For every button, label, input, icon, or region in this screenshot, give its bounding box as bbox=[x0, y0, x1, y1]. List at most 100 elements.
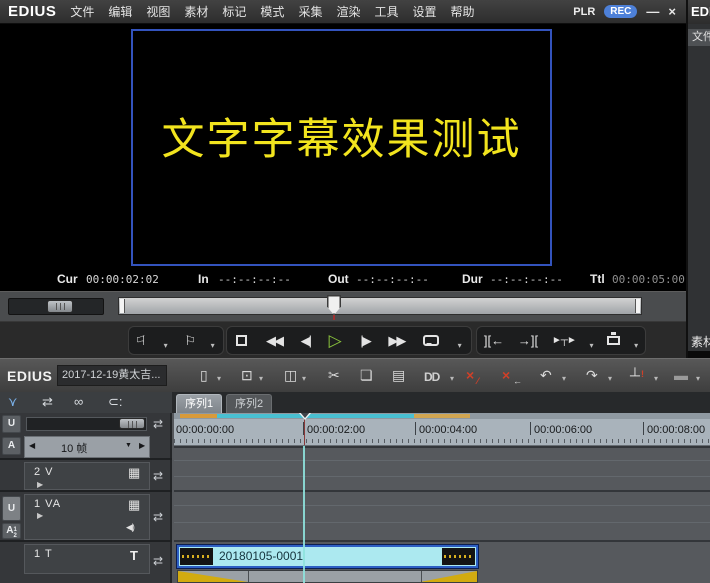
speaker-icon[interactable]: ◀) bbox=[126, 522, 134, 533]
redo-icon[interactable]: ↷ bbox=[586, 367, 598, 383]
loop-playback-icon[interactable] bbox=[423, 335, 439, 346]
trim-dropdown-icon[interactable]: ▾ bbox=[696, 374, 700, 383]
save-dropdown-icon[interactable]: ▾ bbox=[302, 374, 306, 383]
scale-next-icon[interactable]: ▶ bbox=[139, 441, 145, 450]
dur-label: Dur bbox=[462, 272, 483, 286]
play-around-dropdown-icon[interactable]: ▾ bbox=[590, 341, 594, 350]
add-cut-point-bang-icon: ! bbox=[641, 366, 644, 382]
track-header-1t[interactable]: 1 T T ⇄ bbox=[0, 540, 172, 583]
timeline-ruler[interactable]: 00:00:00:00 00:00:02:00 00:00:04:00 00:0… bbox=[174, 419, 710, 446]
sync-mode-icon[interactable]: ⇄ bbox=[42, 394, 53, 410]
delete-in-out-x-icon[interactable]: × bbox=[502, 367, 510, 383]
menu-capture[interactable]: 采集 bbox=[298, 3, 322, 20]
stop-icon[interactable] bbox=[236, 335, 247, 346]
tab-sequence-2[interactable]: 序列2 bbox=[226, 394, 272, 413]
menu-help[interactable]: 帮助 bbox=[451, 3, 475, 20]
va-video-mute-button[interactable]: U bbox=[2, 496, 21, 521]
set-in-dropdown-icon[interactable]: ▾ bbox=[164, 341, 168, 350]
ruler-major-tick bbox=[643, 422, 644, 435]
menu-tools[interactable]: 工具 bbox=[374, 3, 398, 20]
trim-mode-icon[interactable]: ▬ bbox=[674, 367, 688, 383]
track-boundary bbox=[174, 446, 710, 448]
expand-track-icon[interactable]: ▶ bbox=[37, 480, 43, 489]
shuttle-slider[interactable] bbox=[8, 298, 104, 315]
plr-mode-button[interactable]: PLR bbox=[573, 6, 595, 18]
expand-track-icon[interactable]: ▶ bbox=[37, 511, 43, 520]
va-audio-channel-button[interactable]: A12 bbox=[2, 523, 21, 539]
sync-lock-1va-icon[interactable]: ⇄ bbox=[153, 510, 163, 524]
timeline-tracks[interactable]: 20180105-0001 bbox=[174, 446, 710, 583]
set-out-dropdown-icon[interactable]: ▾ bbox=[211, 341, 215, 350]
undo-icon[interactable]: ↶ bbox=[540, 367, 552, 383]
zoom-slider-handle[interactable] bbox=[119, 418, 145, 429]
open-project-icon[interactable]: ⊡ bbox=[241, 367, 253, 383]
open-dropdown-icon[interactable]: ▾ bbox=[259, 374, 263, 383]
rewind-icon[interactable]: ◀◀ bbox=[266, 334, 282, 347]
menu-settings[interactable]: 设置 bbox=[412, 3, 436, 20]
seek-bar[interactable] bbox=[118, 297, 642, 315]
new-sequence-icon[interactable]: ▯ bbox=[200, 367, 208, 383]
set-in-flag-icon[interactable]: ⚐ bbox=[137, 334, 147, 347]
playhead-marker[interactable] bbox=[291, 413, 319, 420]
menu-render[interactable]: 渲染 bbox=[336, 3, 360, 20]
cur-timecode: 00:00:02:02 bbox=[86, 273, 159, 286]
video-mute-button[interactable]: U bbox=[2, 415, 21, 433]
rec-mode-button[interactable]: REC bbox=[604, 5, 637, 18]
menu-mode[interactable]: 模式 bbox=[260, 3, 284, 20]
ripple-delete-x-icon[interactable]: × bbox=[466, 367, 474, 383]
audio-mute-button[interactable]: A bbox=[2, 437, 21, 455]
play-icon[interactable]: ▷ bbox=[329, 334, 342, 347]
snap-magnet-icon[interactable]: ⊂: bbox=[108, 394, 123, 410]
scale-dropdown-icon[interactable]: ▼ bbox=[125, 442, 132, 449]
cut-icon[interactable]: ✂ bbox=[328, 367, 340, 383]
timeline-zoom-slider[interactable] bbox=[26, 417, 147, 431]
next-frame-icon[interactable]: |▶ bbox=[360, 334, 369, 347]
paste-icon[interactable]: ▤ bbox=[392, 367, 405, 383]
undo-dropdown-icon[interactable]: ▾ bbox=[562, 374, 566, 383]
bin-window-menu-file[interactable]: 文件 bbox=[688, 29, 710, 46]
track-header-2v[interactable]: 2 V ▶ ▦ ⇄ bbox=[0, 458, 172, 490]
copy-icon[interactable]: ❏ bbox=[360, 367, 373, 383]
out-label: Out bbox=[328, 272, 349, 286]
track-patch-icon[interactable]: ⋎ bbox=[8, 394, 18, 410]
title-clip[interactable]: 20180105-0001 bbox=[177, 545, 478, 568]
save-project-icon[interactable]: ◫ bbox=[284, 367, 297, 383]
playhead-line[interactable] bbox=[303, 446, 305, 583]
menu-view[interactable]: 视图 bbox=[146, 3, 170, 20]
ripple-mode-icon[interactable]: ∞ bbox=[74, 394, 83, 409]
add-between-dropdown-icon[interactable]: ▾ bbox=[450, 374, 454, 383]
sync-lock-1t-icon[interactable]: ⇄ bbox=[153, 554, 163, 568]
shuttle-handle[interactable] bbox=[47, 300, 73, 313]
scale-prev-icon[interactable]: ◀ bbox=[29, 441, 35, 450]
track-header-1va[interactable]: U A12 1 VA ▶ ▦ ◀) ⇄ bbox=[0, 490, 172, 540]
goto-out-point-icon[interactable]: →][ bbox=[518, 334, 538, 347]
loop-dropdown-icon[interactable]: ▾ bbox=[458, 341, 462, 350]
tab-sequence-1[interactable]: 序列1 bbox=[176, 394, 222, 413]
cur-label: Cur bbox=[57, 272, 78, 286]
fast-forward-icon[interactable]: ▶▶ bbox=[388, 334, 404, 347]
menu-marker[interactable]: 标记 bbox=[222, 3, 246, 20]
redo-dropdown-icon[interactable]: ▾ bbox=[608, 374, 612, 383]
timeline-scale-selector[interactable]: ◀ 10 帧 ▼ ▶ bbox=[24, 436, 150, 458]
ripple-sync-icon[interactable]: ⇄ bbox=[153, 417, 163, 431]
add-between-icon[interactable]: DD bbox=[424, 369, 439, 385]
playback-button-group: ◀◀ ◀| ▷ |▶ ▶▶ ▾ bbox=[226, 326, 472, 355]
menu-file[interactable]: 文件 bbox=[70, 3, 94, 20]
previous-frame-icon[interactable]: ◀| bbox=[301, 334, 310, 347]
add-cut-dropdown-icon[interactable]: ▾ bbox=[654, 374, 658, 383]
menu-edit[interactable]: 编辑 bbox=[108, 3, 132, 20]
render-segment-orange-2 bbox=[414, 414, 470, 418]
menu-clip[interactable]: 素材 bbox=[184, 3, 208, 20]
new-dropdown-icon[interactable]: ▾ bbox=[217, 374, 221, 383]
add-cut-point-icon[interactable]: ┴ bbox=[630, 367, 640, 383]
set-out-flag-icon[interactable]: ⚐ bbox=[184, 334, 194, 347]
play-around-cursor-icon[interactable]: ►┬► bbox=[552, 334, 576, 347]
close-button[interactable]: × bbox=[668, 5, 676, 18]
export-dropdown-icon[interactable]: ▾ bbox=[634, 341, 638, 350]
fade-in-ramp bbox=[178, 571, 248, 582]
minimize-button[interactable]: — bbox=[646, 5, 659, 18]
export-icon[interactable] bbox=[607, 336, 620, 345]
goto-in-point-icon[interactable]: ][← bbox=[484, 334, 504, 347]
sync-lock-2v-icon[interactable]: ⇄ bbox=[153, 469, 163, 483]
title-mixer-strip[interactable] bbox=[177, 570, 478, 583]
